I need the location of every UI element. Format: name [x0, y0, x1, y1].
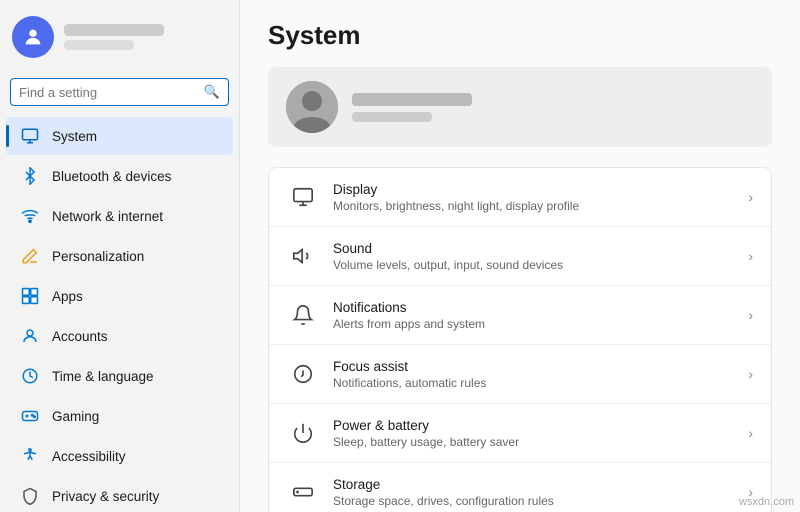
sidebar-item-personalization-label: Personalization	[52, 249, 144, 264]
sidebar-item-privacy-label: Privacy & security	[52, 489, 159, 504]
setting-item-storage[interactable]: Storage Storage space, drives, configura…	[269, 463, 771, 512]
sidebar-item-system[interactable]: System	[6, 117, 233, 155]
search-input[interactable]	[19, 85, 198, 100]
privacy-icon	[20, 486, 40, 506]
profile-name	[64, 24, 164, 36]
search-box[interactable]: 🔍	[10, 78, 229, 106]
storage-desc: Storage space, drives, configuration rul…	[333, 494, 734, 508]
focus-icon	[287, 358, 319, 390]
user-card[interactable]	[268, 67, 772, 147]
sidebar-item-time-label: Time & language	[52, 369, 154, 384]
sound-title: Sound	[333, 241, 734, 256]
display-text: Display Monitors, brightness, night ligh…	[333, 182, 734, 213]
display-icon	[287, 181, 319, 213]
user-email-blur	[352, 112, 432, 122]
setting-item-display[interactable]: Display Monitors, brightness, night ligh…	[269, 168, 771, 227]
display-desc: Monitors, brightness, night light, displ…	[333, 199, 734, 213]
avatar	[12, 16, 54, 58]
sound-icon	[287, 240, 319, 272]
power-title: Power & battery	[333, 418, 734, 433]
notifications-text: Notifications Alerts from apps and syste…	[333, 300, 734, 331]
sidebar-item-accessibility[interactable]: Accessibility	[6, 437, 233, 475]
display-chevron: ›	[748, 189, 753, 205]
storage-text: Storage Storage space, drives, configura…	[333, 477, 734, 508]
apps-icon	[20, 286, 40, 306]
user-name-blur	[352, 93, 472, 106]
storage-icon	[287, 476, 319, 508]
power-icon	[287, 417, 319, 449]
setting-item-notifications[interactable]: Notifications Alerts from apps and syste…	[269, 286, 771, 345]
sidebar-item-personalization[interactable]: Personalization	[6, 237, 233, 275]
page-title: System	[268, 20, 772, 51]
sidebar-item-bluetooth[interactable]: Bluetooth & devices	[6, 157, 233, 195]
sidebar-item-system-label: System	[52, 129, 97, 144]
sidebar-item-bluetooth-label: Bluetooth & devices	[52, 169, 171, 184]
user-avatar	[286, 81, 338, 133]
focus-title: Focus assist	[333, 359, 734, 374]
gaming-icon	[20, 406, 40, 426]
search-icon: 🔍	[204, 84, 220, 100]
power-desc: Sleep, battery usage, battery saver	[333, 435, 734, 449]
sound-chevron: ›	[748, 248, 753, 264]
sidebar-item-privacy[interactable]: Privacy & security	[6, 477, 233, 512]
sidebar-item-accounts[interactable]: Accounts	[6, 317, 233, 355]
notifications-title: Notifications	[333, 300, 734, 315]
accounts-icon	[20, 326, 40, 346]
profile-info	[64, 24, 164, 50]
notifications-chevron: ›	[748, 307, 753, 323]
focus-desc: Notifications, automatic rules	[333, 376, 734, 390]
sidebar-item-apps[interactable]: Apps	[6, 277, 233, 315]
sidebar-item-accounts-label: Accounts	[52, 329, 108, 344]
sound-desc: Volume levels, output, input, sound devi…	[333, 258, 734, 272]
search-wrap: 🔍	[0, 74, 239, 116]
settings-list: Display Monitors, brightness, night ligh…	[268, 167, 772, 512]
sidebar-item-network-label: Network & internet	[52, 209, 163, 224]
setting-item-sound[interactable]: Sound Volume levels, output, input, soun…	[269, 227, 771, 286]
setting-item-focus[interactable]: Focus assist Notifications, automatic ru…	[269, 345, 771, 404]
sidebar: 🔍 System Bluetooth & devices Network & i…	[0, 0, 240, 512]
bluetooth-icon	[20, 166, 40, 186]
storage-title: Storage	[333, 477, 734, 492]
sidebar-item-accessibility-label: Accessibility	[52, 449, 126, 464]
sound-text: Sound Volume levels, output, input, soun…	[333, 241, 734, 272]
focus-text: Focus assist Notifications, automatic ru…	[333, 359, 734, 390]
watermark: wsxdn.com	[739, 496, 794, 508]
system-icon	[20, 126, 40, 146]
sidebar-item-gaming[interactable]: Gaming	[6, 397, 233, 435]
sidebar-profile[interactable]	[0, 0, 239, 74]
sidebar-item-time[interactable]: Time & language	[6, 357, 233, 395]
power-chevron: ›	[748, 425, 753, 441]
network-icon	[20, 206, 40, 226]
main-content: System Display Monitors, brightness, nig…	[240, 0, 800, 512]
notifications-icon	[287, 299, 319, 331]
setting-item-power[interactable]: Power & battery Sleep, battery usage, ba…	[269, 404, 771, 463]
sidebar-item-gaming-label: Gaming	[52, 409, 99, 424]
profile-email	[64, 40, 134, 50]
display-title: Display	[333, 182, 734, 197]
app-container: 🔍 System Bluetooth & devices Network & i…	[0, 0, 800, 512]
sidebar-item-network[interactable]: Network & internet	[6, 197, 233, 235]
focus-chevron: ›	[748, 366, 753, 382]
sidebar-item-apps-label: Apps	[52, 289, 83, 304]
user-info	[352, 93, 472, 122]
accessibility-icon	[20, 446, 40, 466]
time-icon	[20, 366, 40, 386]
power-text: Power & battery Sleep, battery usage, ba…	[333, 418, 734, 449]
personalization-icon	[20, 246, 40, 266]
notifications-desc: Alerts from apps and system	[333, 317, 734, 331]
